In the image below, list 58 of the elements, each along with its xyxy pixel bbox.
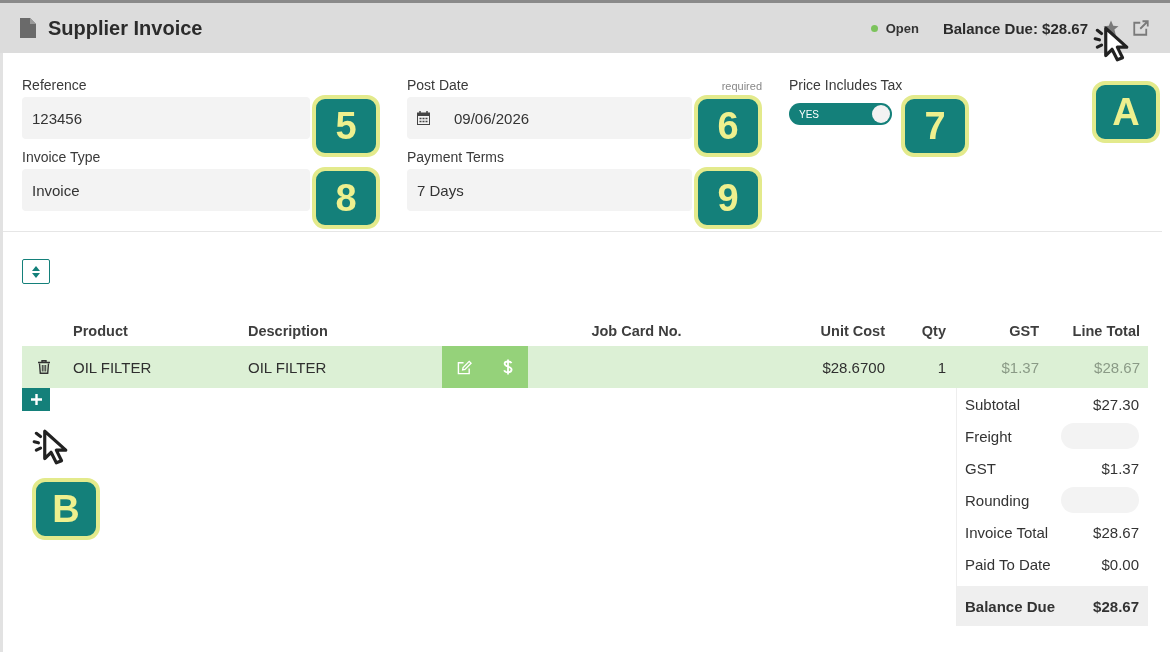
toggle-switch[interactable]: YES: [789, 103, 892, 125]
input-field[interactable]: 123456: [22, 97, 310, 139]
table-cell-text: 1: [936, 358, 947, 376]
callout-badge: 7: [901, 95, 969, 157]
totals-label: Paid To Date: [965, 555, 1051, 573]
column-header: Unit Cost: [819, 323, 886, 339]
page-title: Supplier Invoice: [48, 16, 203, 40]
totals-value: $0.00: [1101, 555, 1139, 573]
table-cell-text: OIL FILTER: [72, 358, 153, 376]
balance-due: Balance Due: $28.67: [942, 19, 1088, 37]
table-cell-text: $28.6700: [821, 358, 886, 376]
table-cell-text: OIL FILTER: [247, 358, 328, 376]
totals-label: Invoice Total: [965, 523, 1049, 541]
table-cell-text: $28.67: [1093, 358, 1141, 376]
plus-icon: [30, 394, 42, 405]
totals-value: $28.67: [1093, 597, 1139, 615]
column-header: Qty: [920, 323, 947, 339]
calendar-icon: [417, 111, 430, 125]
column-header: Line Total: [1071, 323, 1141, 339]
callout-badge: 5: [312, 95, 380, 157]
callout-badge: A: [1092, 81, 1160, 143]
edit-icon[interactable]: [457, 359, 473, 375]
callout-badge: B: [32, 478, 100, 540]
table-cell-text: $1.37: [1000, 358, 1040, 376]
status-label: Open: [885, 20, 919, 36]
callout-badge: 6: [694, 95, 762, 157]
field-label: Price Includes Tax: [789, 77, 903, 93]
field-label: Invoice Type: [22, 149, 101, 165]
totals-label: Balance Due: [965, 597, 1056, 615]
callout-badge: 8: [312, 167, 380, 229]
totals-label: GST: [965, 459, 996, 477]
trash-icon[interactable]: [37, 360, 50, 374]
totals-label: Subtotal: [965, 395, 1021, 413]
external-link-icon[interactable]: [1132, 19, 1150, 37]
totals-value: $27.30: [1093, 395, 1139, 413]
add-row-button[interactable]: [22, 388, 50, 411]
cursor-icon: [31, 427, 69, 467]
select-field[interactable]: Invoice: [22, 169, 310, 211]
sort-button[interactable]: [22, 259, 50, 284]
column-header: Description: [247, 323, 329, 339]
sort-icon: [32, 265, 40, 278]
field-label: Payment Terms: [407, 149, 504, 165]
cursor-icon: [1092, 24, 1130, 64]
column-header: GST: [1008, 323, 1040, 339]
column-header: Job Card No.: [590, 323, 683, 339]
totals-label: Freight: [965, 427, 1012, 445]
totals-value: $28.67: [1093, 523, 1139, 541]
date-field[interactable]: 09/06/2026: [407, 97, 692, 139]
callout-badge: 9: [694, 167, 762, 229]
select-field[interactable]: 7 Days: [407, 169, 692, 211]
column-header: Product: [72, 323, 129, 339]
totals-label: Rounding: [965, 491, 1030, 509]
field-label: Reference: [22, 77, 87, 93]
document-icon: [20, 18, 36, 38]
dollar-icon[interactable]: [502, 359, 513, 375]
required-hint: required: [721, 80, 762, 92]
field-label: Post Date: [407, 77, 469, 93]
totals-value: $1.37: [1101, 459, 1139, 477]
